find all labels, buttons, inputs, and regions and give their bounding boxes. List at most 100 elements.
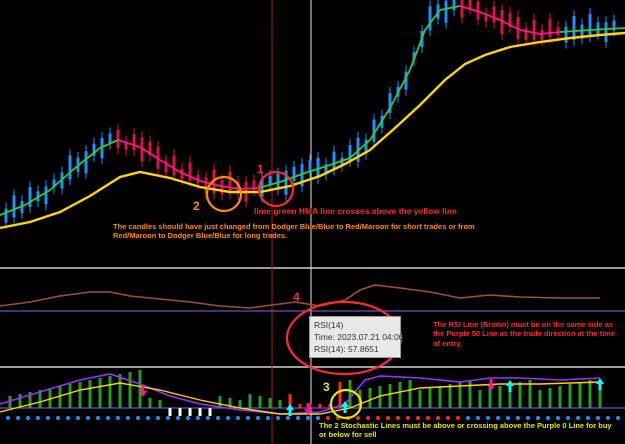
candle-body [492,6,496,23]
histogram-bar [498,386,502,408]
zero-line-dot [96,416,100,420]
histogram-bar [248,394,252,408]
arrow-up-icon [341,401,349,413]
zero-line-dot [106,416,110,420]
zero-line-dot [66,416,70,420]
hma-line [0,5,625,216]
zero-line-dot [596,416,600,420]
candle-body [228,171,232,194]
candle-body [468,0,472,9]
histogram-bar [178,408,182,416]
zero-line-dot [246,416,250,420]
zero-line-dot [386,416,390,420]
candlesticks [4,0,616,229]
step-4-number: 4 [293,290,300,304]
histogram-bar [368,388,372,408]
zero-line-dot [396,416,400,420]
zero-line-dot [266,416,270,420]
histogram-bar [438,386,442,408]
step-1-number: 1 [257,162,264,176]
hma-segment [117,139,141,148]
zero-line-dot [116,416,120,420]
zero-line-dot [86,416,90,420]
zero-line-dot [466,416,470,420]
zero-line-dot [36,416,40,420]
zero-line-dot [166,416,170,420]
zero-line-dot [226,416,230,420]
zero-line-dot [546,416,550,420]
candle-body [292,166,296,181]
zero-line-dot [136,416,140,420]
zero-line-dot [576,416,580,420]
histogram-bar [298,404,302,408]
zero-line-dot [216,416,220,420]
zero-line-dot [156,416,160,420]
candle-body [428,6,432,31]
yellow-ma-line [0,31,625,230]
histogram-bar [588,380,592,408]
histogram-bar [198,408,202,416]
zero-line-dot [406,416,410,420]
histogram-bar [428,388,432,408]
histogram-bar [88,380,92,408]
hma-cross-note: lime green HMA line crosses above the ye… [254,206,457,216]
rsi-line [0,284,600,309]
zero-line-dot [296,416,300,420]
zero-line-dot [536,416,540,420]
tooltip-time: Time: 2023.07.21 04:00 [314,332,404,342]
candle-body [444,0,448,23]
histogram-bar [128,372,132,408]
zero-line-dot [316,416,320,420]
step-3-number: 3 [323,380,330,394]
zero-line-dot [426,416,430,420]
tooltip-title: RSI(14) [314,320,344,330]
histogram-bar [158,400,162,408]
candle-body [268,175,272,184]
zero-line-dot [126,416,130,420]
hma-segment [409,29,426,71]
trading-chart[interactable]: 1 2 3 4 lime green HMA line crosses abov… [0,0,625,444]
histogram-bar [558,386,562,408]
candle-body [548,19,552,37]
stochastic-rule-note: The 2 Stochastic Lines must be above or … [319,421,612,440]
zero-line-dot [366,416,370,420]
arrow-up-icon [506,380,514,392]
zero-line-dot [486,416,490,420]
zero-line-dot [506,416,510,420]
arrow-down-icon [487,379,495,391]
candle-change-note: The candles should have just changed fro… [113,222,475,241]
histogram-bar [598,390,602,408]
histogram-bar [578,382,582,408]
rsi-rule-note: The RSI Line (Brown) must be on the same… [433,320,616,348]
histogram-bar [148,398,152,408]
histogram-bar [398,382,402,408]
zero-line-dot [416,416,420,420]
candle-body [524,28,528,41]
hma-segment [589,27,625,31]
zero-line-dot [556,416,560,420]
candle-body [596,22,600,35]
histogram-bar [118,374,122,408]
histogram-bar [108,376,112,408]
histogram-bar [68,384,72,408]
candle-body [172,155,176,176]
zero-line-dot [76,416,80,420]
histogram-bar [78,382,82,408]
zero-line-dot [56,416,60,420]
zero-line-dot [146,416,150,420]
histogram-bar [338,382,342,408]
histogram-bar [478,390,482,408]
zero-line-dot [456,416,460,420]
zero-line-dot [326,416,330,420]
candle-body [116,130,120,148]
histogram-bar [538,390,542,408]
zero-line-dot [6,416,10,420]
hma-segment [159,159,181,173]
zero-line-dot [586,416,590,420]
histogram-bar [348,380,352,408]
hma-segment [439,5,461,11]
zero-line-dot [566,416,570,420]
histogram-bar [318,404,322,408]
hma-segment [239,187,259,190]
histogram-bar [188,408,192,416]
